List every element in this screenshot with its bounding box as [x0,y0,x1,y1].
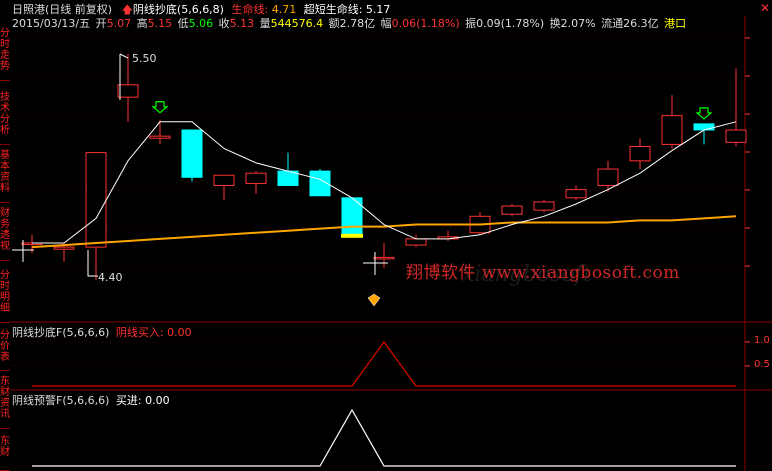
ultra-short-life-line [32,121,737,244]
candle-body [117,84,139,98]
panel1-tick-2: 0.5 [754,359,770,370]
low-mark-label: 4.40 [98,271,123,284]
candle-body [629,145,651,162]
low-label: 低 [177,17,189,30]
volume-label: 量 [259,17,271,30]
candle-body [181,129,203,178]
quote-date: 2015/03/13/五 [12,17,91,30]
header-row-2: 2015/03/13/五 开5.07 高5.15 低5.06 收5.13 量54… [12,15,686,31]
amount-label: 额 [328,17,340,30]
panel2-line [32,408,736,467]
amplitude-value: 0.09(1.78%) [476,17,545,30]
panel1-header: 阴线抄底F(5,6,6,6) 阴线买入: 0.00 [12,324,192,340]
candle-body [149,135,171,139]
panel2-plot [32,408,736,467]
change-value: 0.06(1.18%) [391,17,460,30]
panel2-header: 阴线预警F(5,6,6,6) 买进: 0.00 [12,392,170,408]
amount-value: 2.78亿 [339,17,376,30]
close-icon[interactable]: ✕ [760,1,770,15]
panel1-tick-1: 1.0 [754,335,770,346]
candle-body [565,189,587,199]
turnover-value: 2.07% [560,17,596,30]
panel1-line [32,340,736,387]
sector-tag[interactable]: 港口 [664,17,686,30]
high-leader-tip [119,53,129,59]
candles [21,54,747,280]
watermark: 翔博软件 www.xiangbosoft.com [406,263,680,283]
change-label: 幅 [380,17,392,30]
candle-body [533,201,555,211]
open-label: 开 [95,17,107,30]
candle-marker [341,233,363,238]
high-label: 高 [136,17,148,30]
open-value: 5.07 [106,17,132,30]
panel1-title[interactable]: 阴线抄底F(5,6,6,6) [12,326,109,339]
candle-body [501,205,523,215]
candle-body [405,238,427,246]
float-label: 流通 [601,17,624,30]
panel1-series-value: 0.00 [167,326,192,339]
turnover-label: 换 [549,17,561,30]
diamond-icon [367,293,381,307]
candle-body [373,256,395,260]
panel1-plot [32,340,736,387]
high-mark-label: 5.50 [132,52,157,65]
candle-body [693,123,715,131]
volume-value: 544576.4 [270,17,324,30]
low-value: 5.06 [188,17,214,30]
candle-body [53,246,75,250]
candle-body [597,168,619,186]
panel2-title[interactable]: 阴线预警F(5,6,6,6) [12,394,109,407]
panel2-series-value: 0.00 [145,394,170,407]
float-value: 26.3亿 [623,17,659,30]
close-value: 5.13 [229,17,255,30]
buy-arrow-icon [151,101,169,114]
candle-body [213,174,235,186]
candle-body [85,152,107,248]
high-value: 5.15 [147,17,173,30]
candle-body [245,172,267,184]
buy-arrow-icon [695,107,713,120]
candle-body [725,129,747,143]
amplitude-label: 振 [465,17,477,30]
life-line [31,215,737,249]
price-axis-ticks [745,37,750,367]
candle-body [661,115,683,145]
panel1-series-label: 阴线买入: [115,326,164,339]
panel2-series-label: 买进: [115,394,142,407]
close-label: 收 [218,17,230,30]
